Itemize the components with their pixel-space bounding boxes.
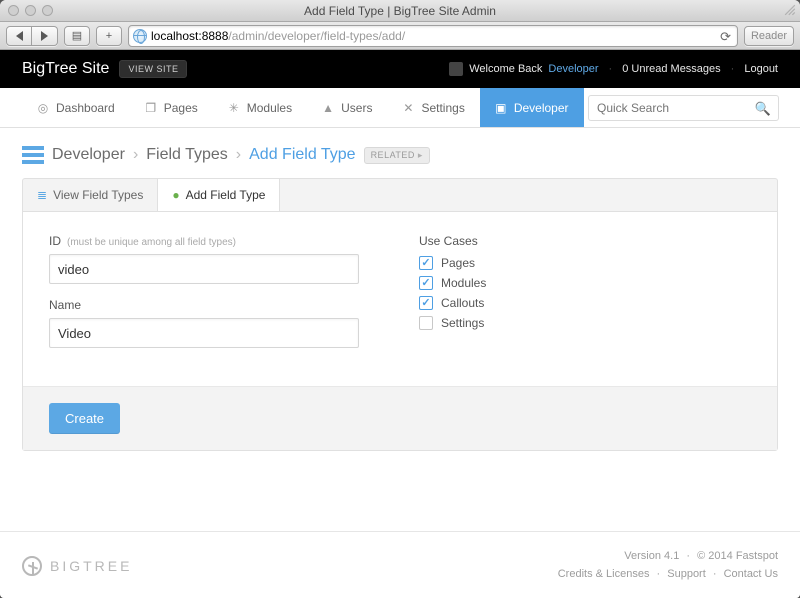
checkbox-icon	[419, 296, 433, 310]
traffic-lights	[0, 5, 53, 16]
url-path: /admin/developer/field-types/add/	[228, 29, 405, 43]
url-host: localhost:8888	[151, 29, 228, 43]
reload-icon[interactable]: ⟳	[720, 29, 731, 45]
nav-label: Settings	[421, 101, 464, 115]
id-input[interactable]	[49, 254, 359, 284]
site-footer: BIGTREE Version 4.1 · © 2014 Fastspot Cr…	[0, 531, 800, 598]
nav-pages[interactable]: ❐ Pages	[130, 88, 213, 127]
tab-view-field-types[interactable]: ≣ View Field Types	[23, 179, 158, 211]
resize-grip-icon	[784, 4, 796, 16]
nav-modules[interactable]: ✳ Modules	[213, 88, 307, 127]
developer-icon: ▣	[494, 101, 508, 115]
nav-label: Pages	[164, 101, 198, 115]
id-label: ID	[49, 234, 61, 248]
pages-icon: ❐	[144, 101, 158, 115]
address-bar[interactable]: localhost:8888/admin/developer/field-typ…	[128, 25, 738, 47]
settings-icon: ✕	[401, 101, 415, 115]
mac-titlebar: Add Field Type | BigTree Site Admin	[0, 0, 800, 22]
id-hint: (must be unique among all field types)	[67, 237, 236, 248]
tab-label: View Field Types	[53, 188, 143, 202]
window-title: Add Field Type | BigTree Site Admin	[0, 4, 800, 18]
logout-link[interactable]: Logout	[744, 63, 778, 75]
site-brand[interactable]: BigTree Site	[22, 60, 109, 78]
create-button[interactable]: Create	[49, 403, 120, 434]
use-case-label: Settings	[441, 316, 484, 330]
plus-circle-icon: ●	[172, 188, 179, 202]
checkbox-icon	[419, 316, 433, 330]
use-cases-label: Use Cases	[419, 234, 486, 248]
minimize-window-icon[interactable]	[25, 5, 36, 16]
nav-users[interactable]: ▲ Users	[307, 88, 387, 127]
tab-label: Add Field Type	[186, 188, 266, 202]
footer-copyright: © 2014 Fastspot	[697, 550, 778, 562]
welcome-text: Welcome Back	[469, 63, 542, 75]
nav-label: Users	[341, 101, 372, 115]
list-icon	[22, 146, 44, 164]
name-label: Name	[49, 298, 81, 312]
avatar-icon	[449, 62, 463, 76]
reader-button[interactable]: Reader	[744, 26, 794, 46]
back-button[interactable]	[6, 26, 32, 46]
list-icon: ≣	[37, 188, 47, 202]
browser-window: Add Field Type | BigTree Site Admin ▤ + …	[0, 0, 800, 598]
footer-brand: BIGTREE	[50, 558, 132, 574]
use-case-settings[interactable]: Settings	[419, 316, 486, 330]
name-input[interactable]	[49, 318, 359, 348]
footer-version: Version 4.1	[624, 550, 679, 562]
checkbox-icon	[419, 276, 433, 290]
nav-settings[interactable]: ✕ Settings	[387, 88, 479, 127]
view-site-button[interactable]: VIEW SITE	[119, 60, 187, 78]
quick-search-input[interactable]	[588, 95, 779, 121]
users-icon: ▲	[321, 101, 335, 115]
use-case-label: Pages	[441, 256, 475, 270]
breadcrumb-current: Add Field Type	[249, 146, 355, 164]
modules-icon: ✳	[227, 101, 241, 115]
site-header: BigTree Site VIEW SITE Welcome Back Deve…	[0, 50, 800, 88]
globe-icon	[133, 29, 147, 43]
chevron-right-icon	[41, 31, 48, 41]
close-window-icon[interactable]	[8, 5, 19, 16]
use-case-label: Callouts	[441, 296, 484, 310]
quick-search: 🔍	[588, 88, 778, 127]
form-panel: ID (must be unique among all field types)…	[22, 211, 778, 451]
checkbox-icon	[419, 256, 433, 270]
use-case-pages[interactable]: Pages	[419, 256, 486, 270]
use-case-label: Modules	[441, 276, 486, 290]
breadcrumb-field-types[interactable]: Field Types	[146, 146, 228, 164]
chevron-left-icon	[16, 31, 23, 41]
breadcrumb-developer[interactable]: Developer	[52, 146, 125, 164]
add-bookmark-button[interactable]: +	[96, 26, 122, 46]
footer-logo: BIGTREE	[22, 556, 132, 576]
back-forward-group	[6, 26, 58, 46]
user-link[interactable]: Developer	[548, 63, 598, 75]
browser-toolbar: ▤ + localhost:8888/admin/developer/field…	[0, 22, 800, 50]
breadcrumb: Developer › Field Types › Add Field Type…	[22, 146, 778, 164]
sub-tabs: ≣ View Field Types ● Add Field Type	[22, 178, 778, 211]
tree-icon	[22, 556, 42, 576]
forward-button[interactable]	[32, 26, 58, 46]
unread-messages-link[interactable]: 0 Unread Messages	[622, 63, 720, 75]
nav-label: Dashboard	[56, 101, 115, 115]
related-button[interactable]: RELATED	[364, 147, 430, 164]
tab-add-field-type[interactable]: ● Add Field Type	[158, 179, 280, 211]
nav-label: Modules	[247, 101, 292, 115]
nav-developer[interactable]: ▣ Developer	[480, 88, 584, 127]
footer-link-support[interactable]: Support	[667, 568, 706, 580]
primary-nav: ◎ Dashboard ❐ Pages ✳ Modules ▲ Users ✕ Setti…	[0, 88, 800, 128]
bookmarks-button[interactable]: ▤	[64, 26, 90, 46]
footer-link-credits[interactable]: Credits & Licenses	[558, 568, 650, 580]
footer-link-contact[interactable]: Contact Us	[724, 568, 778, 580]
nav-label: Developer	[514, 101, 569, 115]
use-case-modules[interactable]: Modules	[419, 276, 486, 290]
use-case-callouts[interactable]: Callouts	[419, 296, 486, 310]
page-viewport: BigTree Site VIEW SITE Welcome Back Deve…	[0, 50, 800, 598]
zoom-window-icon[interactable]	[42, 5, 53, 16]
dashboard-icon: ◎	[36, 101, 50, 115]
nav-dashboard[interactable]: ◎ Dashboard	[22, 88, 130, 127]
